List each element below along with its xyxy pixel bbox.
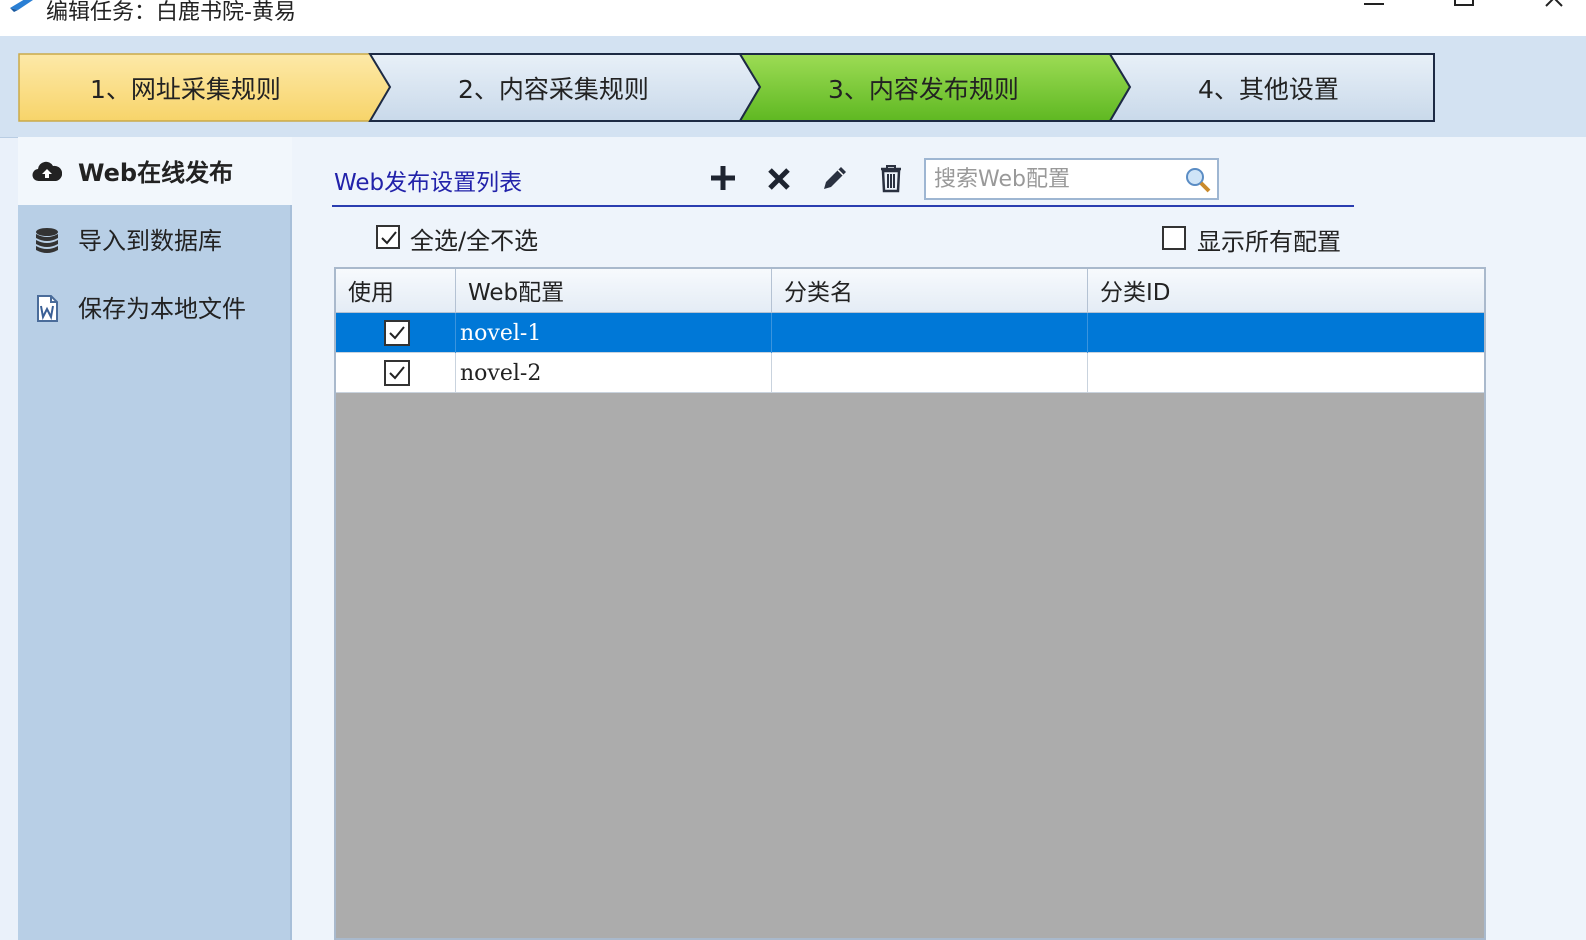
pencil-icon — [824, 167, 846, 189]
maximize-icon — [1454, 0, 1474, 6]
sidebar: Web在线发布 导入到数据库 保存为本地文件 — [18, 137, 294, 940]
delete-button[interactable] — [874, 161, 908, 195]
maximize-button[interactable] — [1444, 0, 1484, 22]
column-header-use[interactable]: 使用 — [336, 269, 456, 313]
minimize-icon — [1364, 3, 1384, 5]
column-header-category-name[interactable]: 分类名 — [772, 269, 1088, 313]
word-file-icon — [37, 295, 58, 322]
category-id-cell — [1088, 353, 1484, 393]
section-title: Web发布设置列表 — [334, 170, 523, 196]
main-panel: Web发布设置列表 全选/ — [292, 137, 1586, 940]
app-icon — [10, 0, 33, 12]
select-all-label: 全选/全不选 — [410, 227, 539, 255]
category-id-cell — [1088, 313, 1484, 353]
wizard-step-3-label: 3、内容发布规则 — [828, 75, 1019, 104]
sidebar-item-web-publish[interactable]: Web在线发布 — [18, 137, 294, 205]
x-icon — [768, 168, 790, 190]
wizard-step-1-label: 1、网址采集规则 — [90, 75, 281, 104]
minimize-button[interactable] — [1354, 0, 1394, 22]
sidebar-item-label: 保存为本地文件 — [78, 295, 246, 323]
row-use-checkbox[interactable] — [384, 360, 410, 386]
plus-icon — [711, 166, 735, 190]
check-icon — [381, 231, 397, 245]
search-icon[interactable] — [1184, 166, 1212, 194]
table-row[interactable]: novel-1 — [336, 313, 1484, 353]
config-table: 使用 Web配置 分类名 分类ID novel-1 novel-2 — [334, 267, 1486, 940]
wizard-step-2-label: 2、内容采集规则 — [458, 75, 649, 104]
category-name-cell — [772, 313, 1088, 353]
sidebar-item-local-file[interactable]: 保存为本地文件 — [18, 273, 292, 341]
sidebar-item-label: 导入到数据库 — [78, 227, 222, 255]
search-input[interactable] — [934, 164, 1174, 194]
show-all-checkbox[interactable] — [1162, 226, 1186, 250]
table-header: 使用 Web配置 分类名 分类ID — [336, 269, 1484, 313]
sidebar-item-label: Web在线发布 — [78, 159, 234, 187]
window-title: 编辑任务：白鹿书院-黄易 — [46, 0, 296, 25]
edit-button[interactable] — [818, 161, 852, 195]
remove-button[interactable] — [762, 161, 796, 195]
close-icon — [1545, 0, 1563, 7]
web-config-cell: novel-2 — [456, 353, 772, 393]
use-cell — [336, 353, 456, 393]
sidebar-item-database[interactable]: 导入到数据库 — [18, 205, 292, 273]
section-divider — [332, 205, 1354, 207]
wizard-step-4-label: 4、其他设置 — [1198, 75, 1339, 104]
title-bar: 编辑任务：白鹿书院-黄易 — [0, 0, 1586, 36]
select-all-checkbox[interactable] — [376, 225, 400, 249]
trash-icon — [881, 165, 901, 193]
add-button[interactable] — [706, 161, 740, 195]
use-cell — [336, 313, 456, 353]
column-header-web-config[interactable]: Web配置 — [456, 269, 772, 313]
check-icon — [389, 326, 405, 340]
web-config-cell: novel-1 — [456, 313, 772, 353]
category-name-cell — [772, 353, 1088, 393]
show-all-label: 显示所有配置 — [1197, 228, 1341, 256]
close-button[interactable] — [1536, 0, 1576, 22]
search-box — [924, 158, 1219, 200]
table-row[interactable]: novel-2 — [336, 353, 1484, 393]
row-use-checkbox[interactable] — [384, 320, 410, 346]
database-icon — [36, 228, 58, 253]
column-header-category-id[interactable]: 分类ID — [1088, 269, 1484, 313]
cloud-upload-icon — [32, 161, 62, 182]
check-icon — [389, 366, 405, 380]
